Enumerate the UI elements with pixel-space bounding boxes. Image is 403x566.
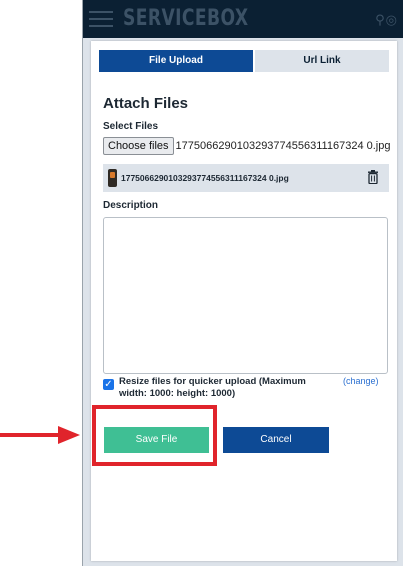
- annotation-arrow-icon: [58, 426, 80, 444]
- brand-logo: SERVICEBOX: [123, 6, 249, 31]
- cancel-button[interactable]: Cancel: [223, 427, 329, 453]
- top-bar: SERVICEBOX ⚲◎: [83, 0, 403, 38]
- menu-icon[interactable]: [89, 11, 113, 27]
- attach-files-card: File Upload Url Link Attach Files Select…: [91, 41, 397, 561]
- choose-files-button[interactable]: Choose files: [103, 137, 174, 155]
- resize-label: Resize files for quicker upload (Maximum…: [119, 376, 306, 399]
- file-thumbnail: [108, 169, 117, 187]
- chosen-file-name: 1775066290103293774556311167324 0.jpg: [175, 140, 391, 152]
- select-files-label: Select Files: [103, 121, 159, 132]
- search-settings-icons[interactable]: ⚲◎: [375, 12, 398, 28]
- search-icon[interactable]: ⚲: [375, 12, 386, 27]
- change-link[interactable]: (change): [343, 376, 379, 386]
- description-label: Description: [103, 200, 159, 211]
- mobile-app-frame: SERVICEBOX ⚲◎ File Upload Url Link Attac…: [82, 0, 403, 566]
- annotation-arrow-shaft: [0, 433, 62, 437]
- description-textarea[interactable]: [103, 217, 388, 374]
- save-file-button[interactable]: Save File: [104, 427, 209, 453]
- page-title: Attach Files: [103, 95, 189, 112]
- attached-file-row: 1775066290103293774556311167324 0.jpg: [103, 164, 389, 192]
- file-input: Choose files 1775066290103293774556311167…: [103, 137, 391, 155]
- tab-file-upload[interactable]: File Upload: [99, 50, 253, 72]
- settings-icon[interactable]: ◎: [386, 12, 398, 27]
- resize-checkbox[interactable]: ✓: [103, 379, 114, 390]
- tab-url-link[interactable]: Url Link: [255, 50, 389, 72]
- trash-icon[interactable]: [367, 170, 379, 184]
- attached-file-name: 1775066290103293774556311167324 0.jpg: [121, 173, 289, 183]
- resize-option: ✓ Resize files for quicker upload (Maxim…: [103, 376, 389, 408]
- upload-tabs: File Upload Url Link: [99, 50, 389, 72]
